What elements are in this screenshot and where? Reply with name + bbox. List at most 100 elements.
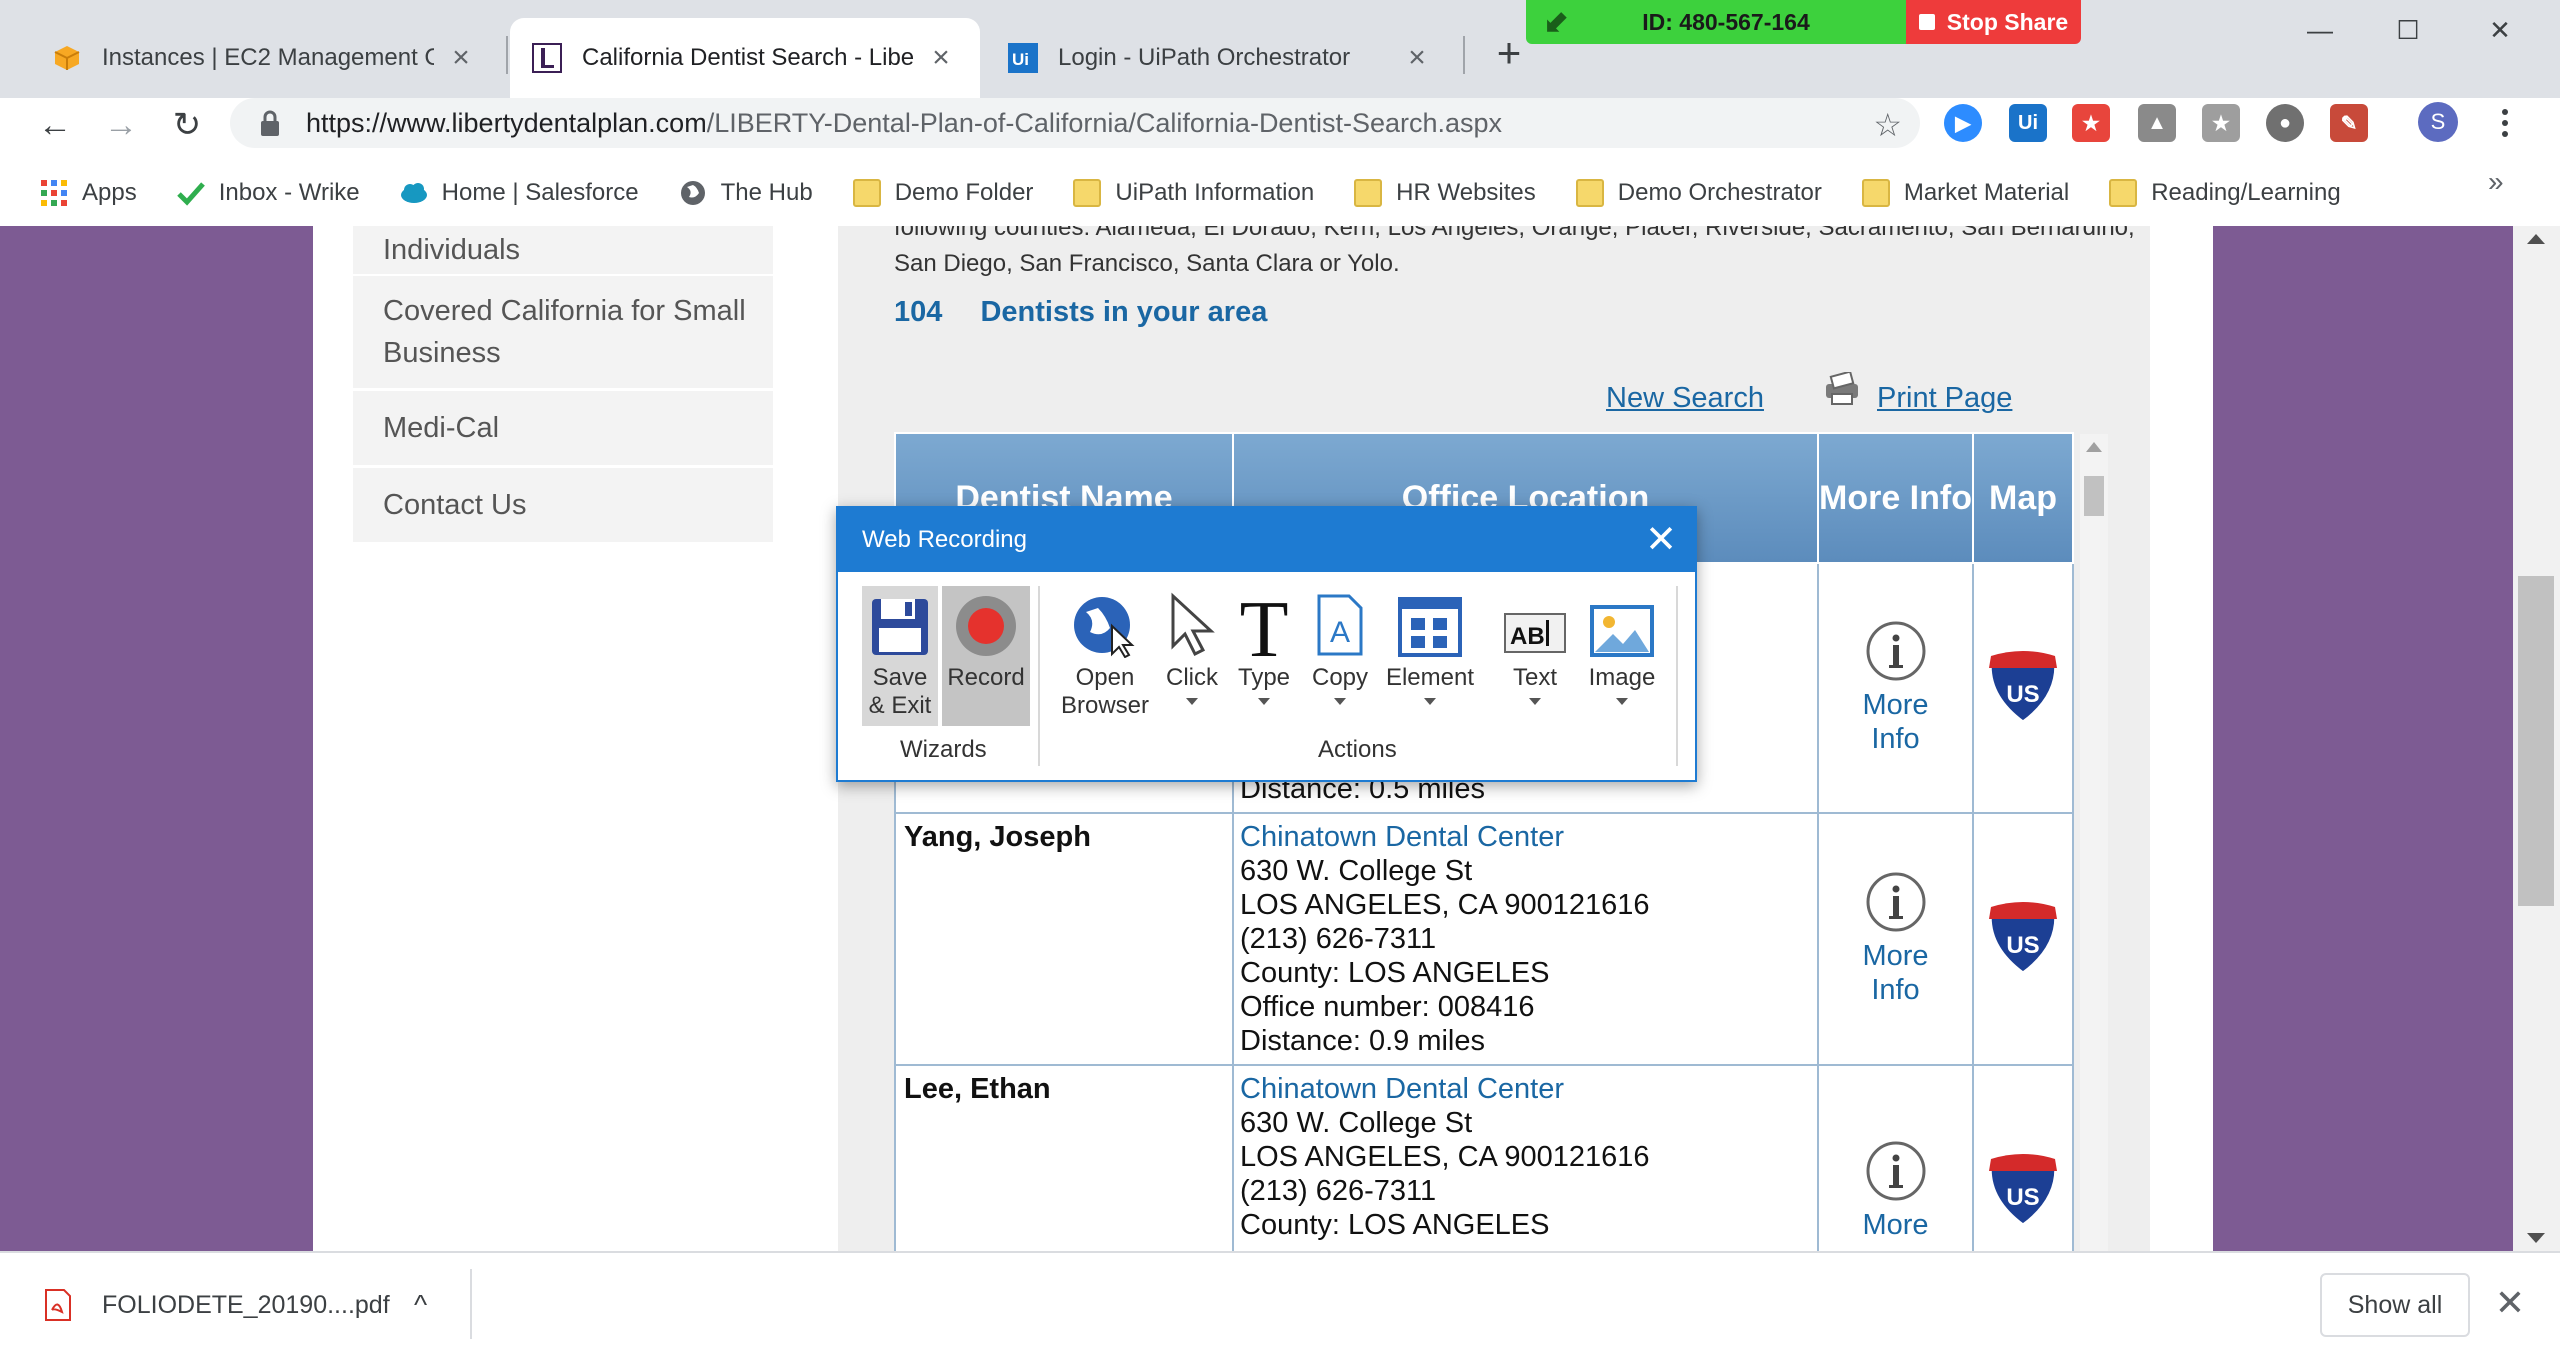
bookmark-salesforce[interactable]: Home | Salesforce (400, 179, 639, 207)
tab-close-button[interactable]: × (444, 41, 478, 75)
back-button[interactable]: ← (30, 100, 80, 150)
bookmarks-overflow-button[interactable]: » (2488, 166, 2504, 198)
group-separator (1676, 586, 1678, 766)
office-name-link[interactable]: Chinatown Dental Center (1240, 1072, 1811, 1106)
bookmark-demo-folder[interactable]: Demo Folder (852, 179, 1033, 207)
download-filename: FOLIODETE_20190....pdf (102, 1290, 390, 1319)
more-info-link[interactable]: More Info (1819, 871, 1972, 1007)
more-info-cell[interactable]: More Info (1817, 812, 1974, 1066)
tab-separator (1463, 36, 1465, 74)
scroll-up-arrow-icon[interactable] (2527, 234, 2545, 244)
us-highway-shield-icon[interactable]: US (1981, 1145, 2065, 1229)
zoom-extension-icon[interactable]: ▶ (1944, 104, 1982, 142)
dialog-close-button[interactable]: ✕ (1641, 520, 1681, 560)
stop-share-button[interactable]: Stop Share (1906, 0, 2081, 44)
browser-menu-icon[interactable] (2490, 100, 2520, 146)
more-info-cell[interactable]: More Info (1817, 562, 1974, 814)
bookmark-the-hub[interactable]: The Hub (679, 179, 813, 207)
text-button[interactable]: AB Text (1500, 586, 1570, 705)
page-scrollbar[interactable] (2513, 226, 2560, 1251)
tab-close-button[interactable]: × (1400, 41, 1434, 75)
sidebar-item-contact-us[interactable]: Contact Us (353, 468, 773, 542)
more-info-link[interactable]: More Info (1819, 620, 1972, 756)
bookmark-star-icon[interactable]: ☆ (1873, 106, 1902, 144)
minimize-button[interactable]: — (2290, 10, 2350, 50)
element-dropdown-icon[interactable] (1424, 698, 1436, 705)
maximize-button[interactable]: ☐ (2378, 10, 2438, 50)
map-cell[interactable]: US (1972, 562, 2074, 814)
tab-california-dentist-search[interactable]: California Dentist Search - Liberty × (510, 18, 980, 98)
type-dropdown-icon[interactable] (1258, 698, 1270, 705)
map-shield-label: US (2006, 1184, 2039, 1211)
bookmark-apps[interactable]: Apps (40, 179, 137, 207)
circle-extension-icon[interactable]: ● (2266, 104, 2304, 142)
profile-avatar[interactable]: S (2418, 102, 2458, 142)
text-dropdown-icon[interactable] (1529, 698, 1541, 705)
download-shelf-close-button[interactable]: ✕ (2490, 1283, 2530, 1323)
window-close-button[interactable]: ✕ (2470, 10, 2530, 50)
image-dropdown-icon[interactable] (1616, 698, 1628, 705)
element-button[interactable]: Element (1384, 586, 1476, 705)
info-icon (1866, 872, 1925, 932)
copy-label: Copy (1311, 664, 1369, 691)
uipath-extension-icon[interactable]: Ui (2009, 104, 2047, 142)
page-background-right (2213, 226, 2513, 1251)
download-options-caret-icon[interactable]: ^ (414, 1289, 427, 1321)
bookmark-demo-orchestrator[interactable]: Demo Orchestrator (1575, 179, 1822, 207)
map-cell[interactable]: US (1972, 812, 2074, 1066)
svg-text:T: T (1240, 592, 1289, 658)
copy-button[interactable]: A Copy (1308, 586, 1372, 705)
reload-button[interactable]: ↻ (162, 100, 212, 150)
bookmark-market-material[interactable]: Market Material (1861, 179, 2069, 207)
share-id-badge[interactable]: ⬋ ID: 480-567-164 (1526, 0, 1906, 44)
table-scrollbar-thumb[interactable] (2084, 476, 2104, 516)
print-page-link[interactable]: Print Page (1877, 382, 2012, 415)
bookmark-hr-websites[interactable]: HR Websites (1354, 179, 1536, 207)
sidebar-item-medi-cal[interactable]: Medi-Cal (353, 391, 773, 465)
show-all-downloads-button[interactable]: Show all (2320, 1273, 2470, 1337)
tab-close-button[interactable]: × (924, 41, 958, 75)
download-item[interactable]: FOLIODETE_20190....pdf (44, 1275, 390, 1335)
sidebar-item-individuals[interactable]: Individuals (353, 226, 773, 274)
page-scrollbar-thumb[interactable] (2518, 576, 2554, 906)
printer-icon[interactable] (1822, 372, 1862, 408)
svg-text:Ui: Ui (1012, 50, 1029, 69)
scroll-down-arrow-icon[interactable] (2527, 1233, 2545, 1243)
map-shield-label: US (2006, 932, 2039, 959)
pdf-extension-icon[interactable]: ✎ (2330, 104, 2368, 142)
bookmark-inbox-wrike[interactable]: Inbox - Wrike (176, 179, 360, 207)
bookmark-uipath-information[interactable]: UiPath Information (1073, 179, 1314, 207)
click-label: Click (1166, 664, 1218, 691)
office-location-cell: Chinatown Dental Center 630 W. College S… (1232, 1064, 1819, 1251)
us-highway-shield-icon[interactable]: US (1981, 893, 2065, 977)
open-browser-button[interactable]: Open Browser (1050, 586, 1160, 720)
more-info-cell[interactable]: More (1817, 1064, 1974, 1251)
more-info-link[interactable]: More (1819, 1140, 1972, 1242)
address-bar[interactable]: https://www.libertydentalplan.com/LIBERT… (230, 98, 1920, 148)
sidebar-item-covered-california[interactable]: Covered California for Small Business (353, 276, 773, 388)
image-button[interactable]: Image (1584, 586, 1660, 705)
copy-dropdown-icon[interactable] (1334, 698, 1346, 705)
forward-button[interactable]: → (96, 100, 146, 150)
office-name-link[interactable]: Chinatown Dental Center (1240, 820, 1811, 854)
click-dropdown-icon[interactable] (1186, 698, 1198, 705)
bookmark-reading-learning[interactable]: Reading/Learning (2109, 179, 2341, 207)
bookmark-star-extension-icon[interactable]: ★ (2072, 104, 2110, 142)
actions-group-label: Actions (1318, 736, 1397, 763)
click-button[interactable]: Click (1160, 586, 1224, 705)
cursor-arrow-icon (1167, 586, 1217, 658)
tab-uipath-orchestrator[interactable]: Ui Login - UiPath Orchestrator × (986, 18, 1456, 98)
us-highway-shield-icon[interactable]: US (1981, 642, 2065, 726)
new-search-link[interactable]: New Search (1606, 382, 1764, 415)
office-number-line: Office number: 008416 (1240, 991, 1535, 1023)
map-cell[interactable]: US (1972, 1064, 2074, 1251)
record-button[interactable]: Record (942, 586, 1030, 726)
new-tab-button[interactable]: + (1488, 32, 1530, 74)
star-badge-extension-icon[interactable]: ★ (2202, 104, 2240, 142)
table-scrollbar[interactable] (2080, 434, 2108, 1251)
type-button[interactable]: T Type (1232, 586, 1296, 705)
tab-ec2[interactable]: Instances | EC2 Management Con × (30, 18, 500, 98)
save-exit-button[interactable]: Save & Exit (862, 586, 938, 726)
drive-extension-icon[interactable]: ▲ (2138, 104, 2176, 142)
scroll-up-arrow-icon[interactable] (2086, 442, 2102, 452)
